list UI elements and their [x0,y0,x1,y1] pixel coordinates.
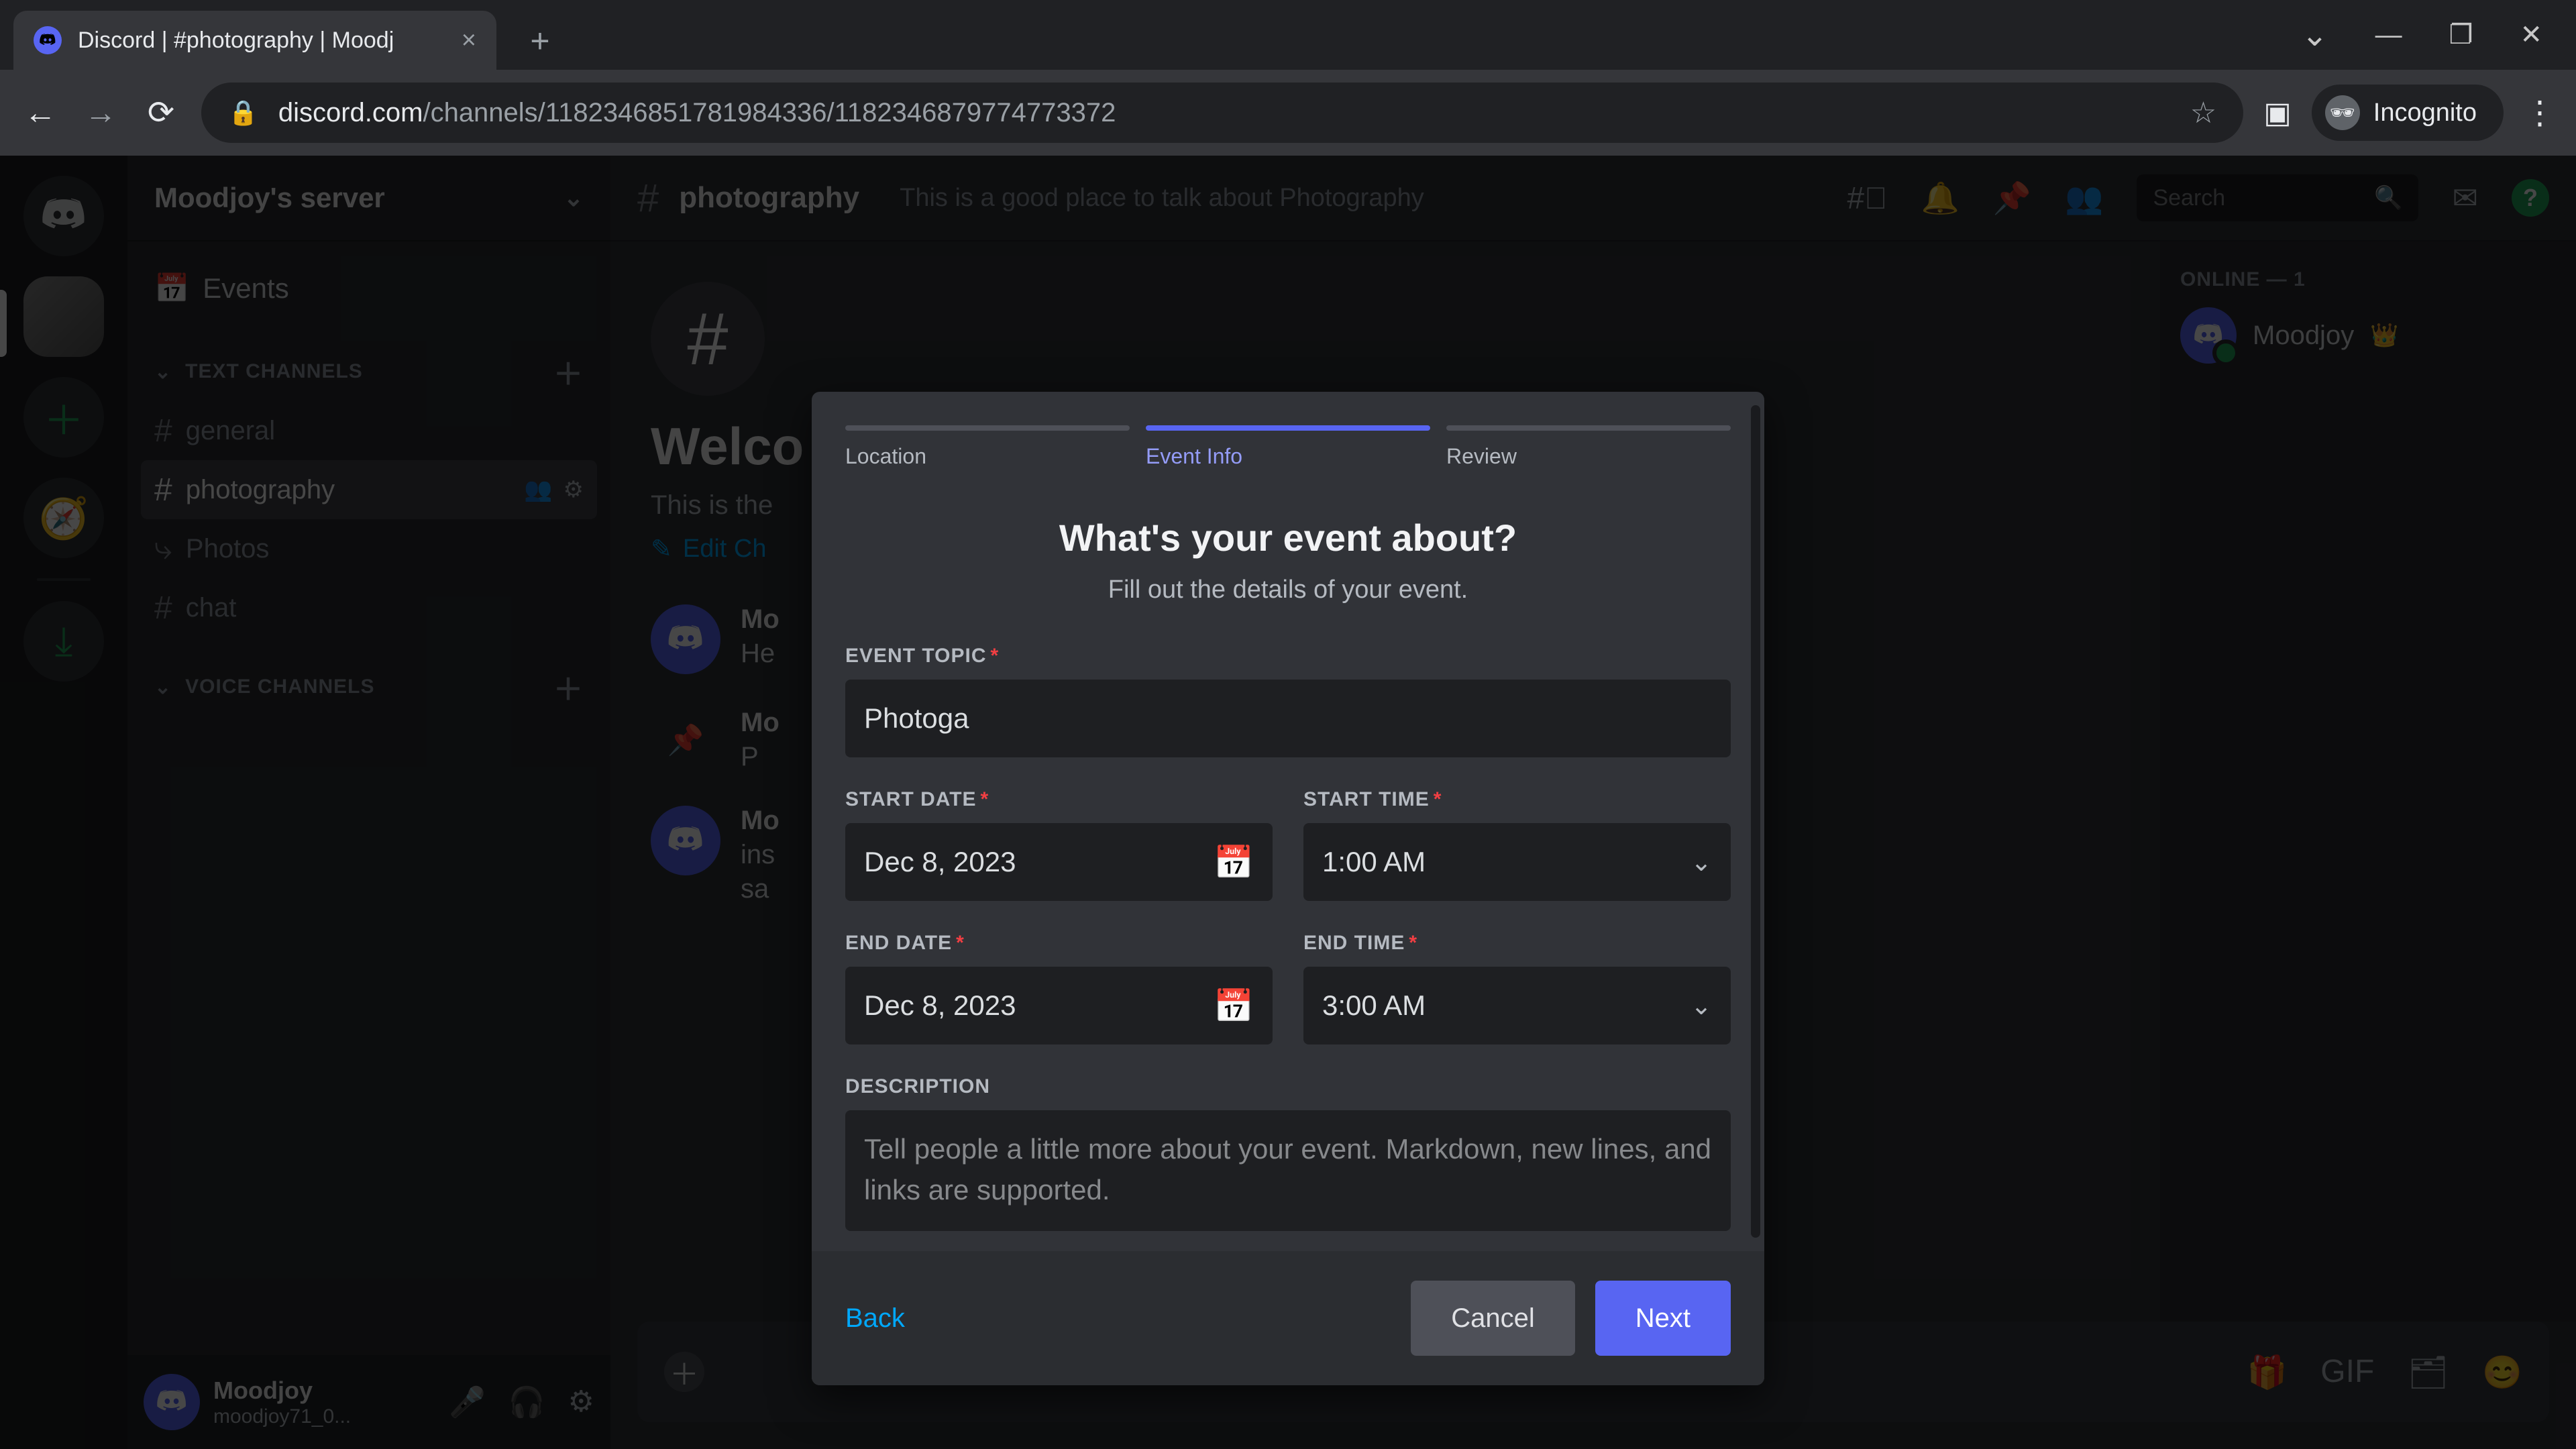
end-date-label: END DATE* [845,932,1273,955]
url-path: /channels/1182346851781984336/1182346879… [423,98,1116,127]
tab-close-icon[interactable]: × [462,28,476,53]
start-time-select[interactable]: 1:00 AM ⌄ [1303,823,1731,901]
start-date-input[interactable]: Dec 8, 2023 📅 [845,823,1273,901]
browser-menu-icon[interactable]: ⋮ [2524,94,2556,131]
url-host: discord.com [278,98,423,127]
browser-tabstrip: Discord | #photography | Moodj × + ⌄ ― ❐… [0,0,2576,70]
event-topic-input[interactable]: Photoga [845,680,1731,757]
tab-search-icon[interactable]: ⌄ [2301,16,2328,54]
new-tab-button[interactable]: + [517,17,564,64]
chevron-down-icon: ⌄ [1690,991,1712,1021]
window-controls: ⌄ ― ❐ ✕ [2301,0,2576,70]
address-bar[interactable]: 🔒 discord.com/channels/11823468517819843… [201,83,2243,143]
tab-title: Discord | #photography | Moodj [78,28,445,54]
end-date-input[interactable]: Dec 8, 2023 📅 [845,967,1273,1044]
description-input[interactable]: Tell people a little more about your eve… [845,1110,1731,1231]
incognito-label: Incognito [2373,99,2477,127]
discord-favicon [34,26,62,54]
modal-scrollbar[interactable] [1751,405,1760,1238]
back-button[interactable]: Back [845,1303,905,1334]
event-topic-label: EVENT TOPIC* [845,645,1731,667]
step-indicator: Location Event Info Review [845,425,1731,469]
step-location[interactable]: Location [845,425,1130,469]
end-time-select[interactable]: 3:00 AM ⌄ [1303,967,1731,1044]
nav-back-icon[interactable]: ← [20,95,60,131]
start-date-label: START DATE* [845,788,1273,811]
window-minimize-icon[interactable]: ― [2375,20,2402,50]
calendar-icon: 📅 [1214,843,1254,881]
lock-icon: 🔒 [228,99,258,127]
incognito-chip[interactable]: 🕶 Incognito [2312,85,2504,141]
nav-reload-icon[interactable]: ⟳ [141,94,181,131]
step-event-info[interactable]: Event Info [1146,425,1430,469]
next-button[interactable]: Next [1595,1281,1731,1356]
modal-footer: Back Cancel Next [812,1251,1764,1385]
chevron-down-icon: ⌄ [1690,847,1712,877]
browser-tab[interactable]: Discord | #photography | Moodj × [13,11,496,70]
create-event-modal: Location Event Info Review What's your e… [812,392,1764,1385]
start-time-label: START TIME* [1303,788,1731,811]
description-label: DESCRIPTION [845,1075,1731,1098]
window-close-icon[interactable]: ✕ [2520,19,2542,50]
step-review[interactable]: Review [1446,425,1731,469]
calendar-icon: 📅 [1214,987,1254,1025]
bookmark-star-icon[interactable]: ☆ [2190,96,2216,130]
end-time-label: END TIME* [1303,932,1731,955]
modal-title: What's your event about? [845,516,1731,559]
modal-subtitle: Fill out the details of your event. [845,576,1731,604]
nav-forward-icon[interactable]: → [80,95,121,131]
extensions-icon[interactable]: ▣ [2263,96,2292,130]
window-maximize-icon[interactable]: ❐ [2449,19,2473,50]
cancel-button[interactable]: Cancel [1411,1281,1575,1356]
incognito-icon: 🕶 [2325,95,2360,130]
browser-toolbar: ← → ⟳ 🔒 discord.com/channels/11823468517… [0,70,2576,156]
